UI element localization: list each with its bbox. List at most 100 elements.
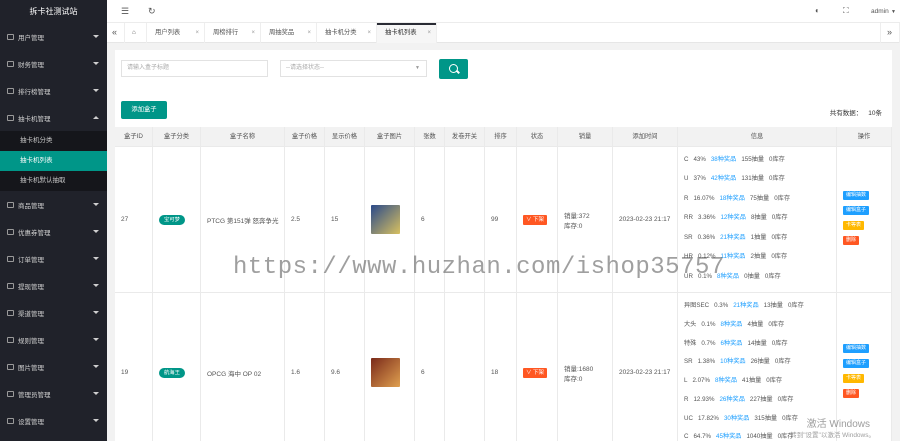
tab-weekly-ranking[interactable]: 周榜排行 ×	[205, 23, 261, 43]
admin-user-menu[interactable]: admin	[871, 8, 889, 15]
info-value: 0库存	[782, 414, 798, 422]
info-value: C	[684, 156, 689, 163]
box-thumbnail-image[interactable]	[371, 205, 400, 234]
info-value: 1抽量	[750, 233, 767, 241]
info-value: 16.07%	[693, 194, 715, 202]
edit-box-button[interactable]: 编辑盒子	[843, 206, 870, 215]
cell-text: 2023-02-23 21:17	[619, 216, 671, 223]
delete-button[interactable]: 删除	[843, 236, 860, 245]
sidebar-item-label: 用户管理	[18, 34, 44, 42]
box-thumbnail-image[interactable]	[371, 358, 400, 387]
info-line: L 2.07% 8种奖品 41抽量 0库存	[684, 375, 787, 384]
cell-text: OPCG 海中 OP 02	[207, 370, 262, 378]
info-value: 0.36%	[697, 233, 716, 241]
sidebar-item-label: 图片管理	[18, 364, 44, 372]
prize-count-link[interactable]: 8种奖品	[715, 377, 737, 384]
sidebar-item-box-machine-management[interactable]: 抽卡机管理	[0, 104, 107, 131]
card-table-button[interactable]: 卡等表	[843, 374, 865, 383]
tab-label: 周抽奖品	[269, 29, 295, 36]
chevron-down-icon	[93, 419, 99, 422]
prize-count-link[interactable]: 21种奖品	[733, 302, 758, 309]
prize-count-link[interactable]: 18种奖品	[719, 195, 744, 202]
info-value: SR	[684, 233, 693, 241]
sidebar-item-finance-management[interactable]: 财务管理	[0, 50, 107, 77]
sidebar-item-goods-management[interactable]: 商品管理	[0, 191, 107, 218]
sidebar-item-user-management[interactable]: 用户管理	[0, 23, 107, 50]
sidebar-item-settings-management[interactable]: 设置管理	[0, 407, 107, 434]
add-box-button[interactable]: 添加盒子	[121, 101, 167, 119]
info-value: R	[684, 395, 689, 403]
prize-count-link[interactable]: 38种奖品	[711, 156, 736, 163]
prize-count-link[interactable]: 10种奖品	[720, 358, 745, 365]
close-icon[interactable]: ×	[251, 23, 255, 43]
tab-label: 用户列表	[155, 29, 181, 36]
info-line: R 16.07% 18种奖品 75抽量 0库存	[684, 193, 795, 202]
tab-weekly-prizes[interactable]: 周抽奖品 ×	[261, 23, 317, 43]
sidebar-subitem-list[interactable]: 抽卡机列表	[0, 151, 107, 171]
theme-icon[interactable]: ◐	[815, 6, 820, 15]
tab-box-category[interactable]: 抽卡机分类 ×	[317, 23, 377, 43]
close-icon[interactable]: ×	[367, 23, 371, 43]
status-select[interactable]: --请选择状态-- ▼	[280, 60, 427, 77]
cell-sales: 销量:1680 库存:0	[558, 293, 613, 441]
card-table-button[interactable]: 卡等表	[843, 221, 865, 230]
tab-label: 抽卡机分类	[325, 29, 357, 36]
column-header: 盒子图片	[365, 127, 415, 147]
sidebar-item-channel-management[interactable]: 渠道管理	[0, 299, 107, 326]
sidebar-item-order-management[interactable]: 订单管理	[0, 245, 107, 272]
search-button[interactable]	[439, 59, 468, 79]
cell-show-price: 9.6	[325, 293, 365, 441]
info-value: 2抽量	[750, 253, 767, 261]
prize-count-link[interactable]: 8种奖品	[720, 321, 742, 328]
fullscreen-icon[interactable]: ⛶	[843, 6, 849, 16]
delete-button[interactable]: 删除	[843, 389, 860, 398]
prize-count-link[interactable]: 21种奖品	[720, 234, 745, 241]
info-value: 14抽量	[747, 339, 767, 347]
close-icon[interactable]: ×	[195, 23, 199, 43]
watermark-text: https://www.huzhan.com/ishop35757	[233, 254, 725, 281]
box-title-search-input[interactable]: 请输入盒子标题	[121, 60, 268, 77]
info-value: 3.36%	[697, 214, 716, 222]
prize-count-link[interactable]: 26种奖品	[719, 396, 744, 403]
sidebar-item-admin-management[interactable]: 管理员管理	[0, 380, 107, 407]
prize-count-link[interactable]: 42种奖品	[711, 175, 736, 182]
status-badge[interactable]: ∨ 下架	[523, 214, 548, 225]
tabs-prev-icon[interactable]: «	[107, 23, 125, 43]
info-value: 227抽量	[749, 395, 773, 403]
column-header: 盒子名称	[201, 127, 285, 147]
prize-count-link[interactable]: 45种奖品	[716, 433, 741, 440]
sidebar-item-rule-management[interactable]: 规则管理	[0, 326, 107, 353]
close-icon[interactable]: ×	[427, 23, 431, 43]
tab-user-list[interactable]: 用户列表 ×	[147, 23, 205, 43]
home-icon[interactable]: ⌂	[125, 23, 147, 43]
sidebar-item-ranking-management[interactable]: 排行榜管理	[0, 77, 107, 104]
close-icon[interactable]: ×	[307, 23, 311, 43]
sidebar-item-coupon-management[interactable]: 优惠券管理	[0, 218, 107, 245]
status-badge[interactable]: ∨ 下架	[523, 367, 548, 378]
info-value: RR	[684, 214, 693, 222]
info-value: L	[684, 377, 688, 384]
prize-count-link[interactable]: 6种奖品	[720, 340, 742, 347]
refresh-icon[interactable]: ↻	[148, 6, 156, 17]
info-value: 43%	[693, 156, 706, 163]
sidebar-item-image-management[interactable]: 图片管理	[0, 353, 107, 380]
cell-added-time: 2023-02-23 21:17	[613, 293, 678, 441]
tabs-next-icon[interactable]: »	[880, 23, 900, 43]
edit-box-button[interactable]: 编辑盒子	[843, 359, 870, 368]
sidebar-subitem-category[interactable]: 抽卡机分类	[0, 131, 107, 151]
sidebar-subitem-default-draw[interactable]: 抽卡机默认抽取	[0, 171, 107, 191]
tab-box-list[interactable]: 抽卡机列表 ×	[377, 23, 437, 43]
sales-line: 销量:372	[564, 212, 590, 220]
top-header: ☰ ↻ ◐ ⛶ admin ▼	[107, 0, 900, 23]
info-value: 13抽量	[763, 302, 783, 309]
menu-toggle-icon[interactable]: ☰	[121, 6, 129, 17]
sidebar-item-shipping-management[interactable]: 提现管理	[0, 272, 107, 299]
info-value: 155抽量	[741, 156, 765, 163]
edit-draws-button[interactable]: 编辑抽数	[843, 191, 870, 200]
prize-count-link[interactable]: 30种奖品	[724, 415, 749, 422]
chevron-down-icon[interactable]: ▼	[891, 9, 896, 15]
prize-count-link[interactable]: 12种奖品	[720, 214, 745, 221]
chevron-down-icon	[93, 284, 99, 287]
cell-actions: 编辑抽数编辑盒子卡等表删除	[837, 147, 892, 293]
edit-draws-button[interactable]: 编辑抽数	[843, 344, 870, 353]
